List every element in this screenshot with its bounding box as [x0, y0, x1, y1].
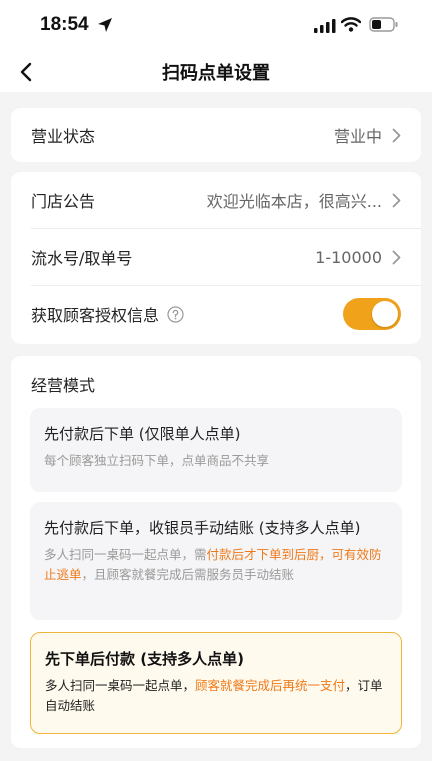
desc-text: ，且顾客就餐完成后需服务员手动结账	[81, 567, 295, 582]
chevron-right-icon	[392, 128, 401, 143]
business-mode-card: 经营模式 先付款后下单 (仅限单人点单) 每个顾客独立扫码下单，点单商品不共享 …	[11, 356, 421, 748]
mode-option-title: 先下单后付款 (支持多人点单)	[45, 650, 244, 668]
serial-number-row[interactable]: 流水号/取单号 1-10000	[11, 229, 421, 285]
wifi-icon	[340, 17, 362, 36]
mode-option-prepay-single[interactable]: 先付款后下单 (仅限单人点单) 每个顾客独立扫码下单，点单商品不共享	[30, 408, 402, 492]
location-arrow-icon	[97, 17, 113, 37]
business-status-card: 营业状态 营业中	[11, 108, 421, 162]
desc-text: 多人扫同一桌码一起点单，	[45, 678, 196, 693]
business-status-row[interactable]: 营业状态 营业中	[11, 108, 421, 162]
mode-option-title: 先付款后下单 (仅限单人点单)	[44, 425, 241, 443]
page-title: 扫码点单设置	[162, 63, 270, 84]
mode-option-desc: 多人扫同一桌码一起点单，需付款后才下单到后厨，可有效防止逃单，且顾客就餐完成后需…	[44, 545, 388, 585]
battery-icon	[369, 17, 399, 36]
cellular-signal-icon	[314, 18, 336, 37]
mode-option-title: 先付款后下单，收银员手动结账 (支持多人点单)	[44, 519, 361, 537]
toggle-knob	[372, 301, 398, 327]
customer-auth-label: 获取顾客授权信息	[31, 306, 160, 325]
announcement-value: 欢迎光临本店，很高兴...	[206, 192, 382, 211]
serial-number-value: 1-10000	[315, 247, 382, 267]
mode-option-order-first[interactable]: 先下单后付款 (支持多人点单) 多人扫同一桌码一起点单，顾客就餐完成后再统一支付…	[30, 632, 402, 734]
business-mode-title: 经营模式	[31, 376, 96, 395]
status-bar: 18:54	[0, 0, 432, 52]
announcement-label: 门店公告	[31, 192, 96, 211]
mode-option-desc: 每个顾客独立扫码下单，点单商品不共享	[44, 453, 270, 468]
help-circle-icon[interactable]	[167, 305, 184, 323]
mode-option-desc: 多人扫同一桌码一起点单，顾客就餐完成后再统一支付，订单自动结账	[45, 676, 387, 716]
business-status-value: 营业中	[333, 127, 382, 146]
navigation-bar: 扫码点单设置	[0, 52, 432, 92]
desc-highlight: 顾客就餐完成后再统一支付	[195, 678, 346, 693]
chevron-right-icon	[392, 250, 401, 265]
customer-auth-toggle[interactable]	[343, 298, 401, 330]
serial-number-label: 流水号/取单号	[31, 249, 133, 268]
store-settings-card: 门店公告 欢迎光临本店，很高兴... 流水号/取单号 1-10000 获取顾客授…	[11, 172, 421, 344]
announcement-row[interactable]: 门店公告 欢迎光临本店，很高兴...	[11, 172, 421, 228]
customer-auth-row: 获取顾客授权信息	[11, 286, 421, 342]
mode-option-prepay-cashier[interactable]: 先付款后下单，收银员手动结账 (支持多人点单) 多人扫同一桌码一起点单，需付款后…	[30, 502, 402, 620]
status-time: 18:54	[40, 14, 89, 35]
business-status-label: 营业状态	[31, 127, 96, 146]
desc-text: 多人扫同一桌码一起点单，需	[44, 547, 207, 562]
chevron-right-icon	[392, 193, 401, 208]
